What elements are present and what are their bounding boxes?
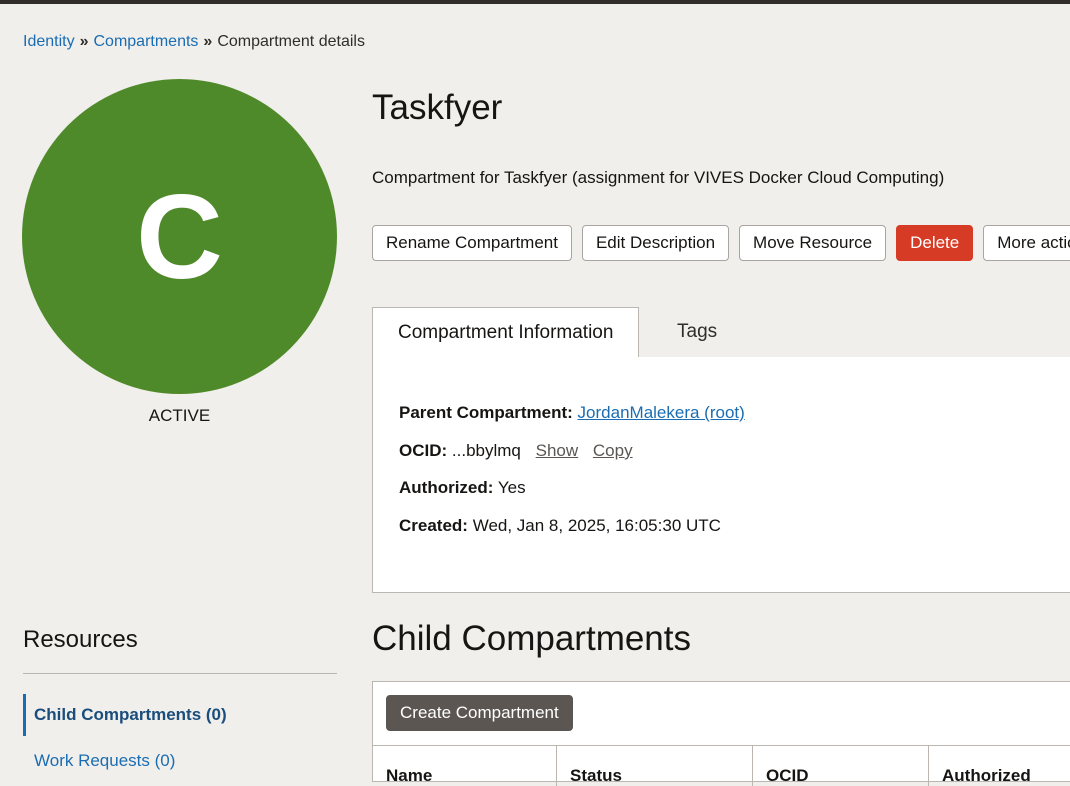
child-compartments-heading: Child Compartments [372,619,691,658]
parent-compartment-label: Parent Compartment: [399,403,573,422]
created-row: Created: Wed, Jan 8, 2025, 16:05:30 UTC [399,516,721,536]
parent-compartment-link[interactable]: JordanMalekera (root) [578,403,745,422]
page-description: Compartment for Taskfyer (assignment for… [372,168,945,187]
resources-heading: Resources [23,626,138,653]
created-label: Created: [399,516,468,535]
breadcrumb-separator: » [79,33,89,50]
column-header-name[interactable]: Name [373,746,557,786]
ocid-row: OCID: ...bbylmq Show Copy [399,441,633,461]
more-actions-button[interactable]: More actions [983,225,1070,261]
edit-description-button[interactable]: Edit Description [581,225,730,261]
resource-item-child-compartments[interactable]: Child Compartments (0) [23,694,337,736]
column-header-status[interactable]: Status [557,746,753,786]
column-header-authorized[interactable]: Authorized [929,746,1070,786]
ocid-show-link[interactable]: Show [536,441,579,460]
tab-compartment-information[interactable]: Compartment Information [372,307,640,358]
status-label: ACTIVE [148,406,211,425]
action-bar: Rename Compartment Edit Description Move… [372,225,1070,261]
parent-compartment-row: Parent Compartment: JordanMalekera (root… [399,403,745,423]
ocid-copy-link[interactable]: Copy [593,441,633,460]
resources-divider [23,673,337,674]
avatar-letter: C [136,169,223,304]
authorized-label: Authorized: [399,478,494,497]
table-header: Name Status OCID Authorized [373,745,1070,786]
breadcrumb-separator: » [203,33,213,50]
breadcrumb-identity[interactable]: Identity [23,33,75,50]
breadcrumb-current: Compartment details [217,33,365,50]
detail-tabs: Compartment Information Tags [372,307,1070,358]
move-resource-button[interactable]: Move Resource [739,225,887,261]
child-compartments-panel: Create Compartment Name Status OCID Auth… [372,681,1070,786]
top-bar [0,0,1070,4]
page-title: Taskfyer [372,88,503,127]
create-compartment-button[interactable]: Create Compartment [386,695,573,731]
ocid-label: OCID: [399,441,448,460]
column-header-ocid[interactable]: OCID [753,746,929,786]
tab-tags[interactable]: Tags [652,307,742,357]
ocid-value: ...bbylmq [451,441,521,460]
compartment-info-panel: Parent Compartment: JordanMalekera (root… [372,357,1070,593]
resource-item-work-requests[interactable]: Work Requests (0) [23,740,337,782]
authorized-row: Authorized: Yes [399,478,526,498]
rename-compartment-button[interactable]: Rename Compartment [372,225,572,261]
created-value: Wed, Jan 8, 2025, 16:05:30 UTC [472,516,721,535]
compartment-avatar: C [22,79,337,394]
breadcrumb-compartments[interactable]: Compartments [94,33,199,50]
authorized-value: Yes [497,478,526,497]
breadcrumb: Identity» Compartments» Compartment detail… [23,33,365,51]
delete-button[interactable]: Delete [896,225,974,261]
